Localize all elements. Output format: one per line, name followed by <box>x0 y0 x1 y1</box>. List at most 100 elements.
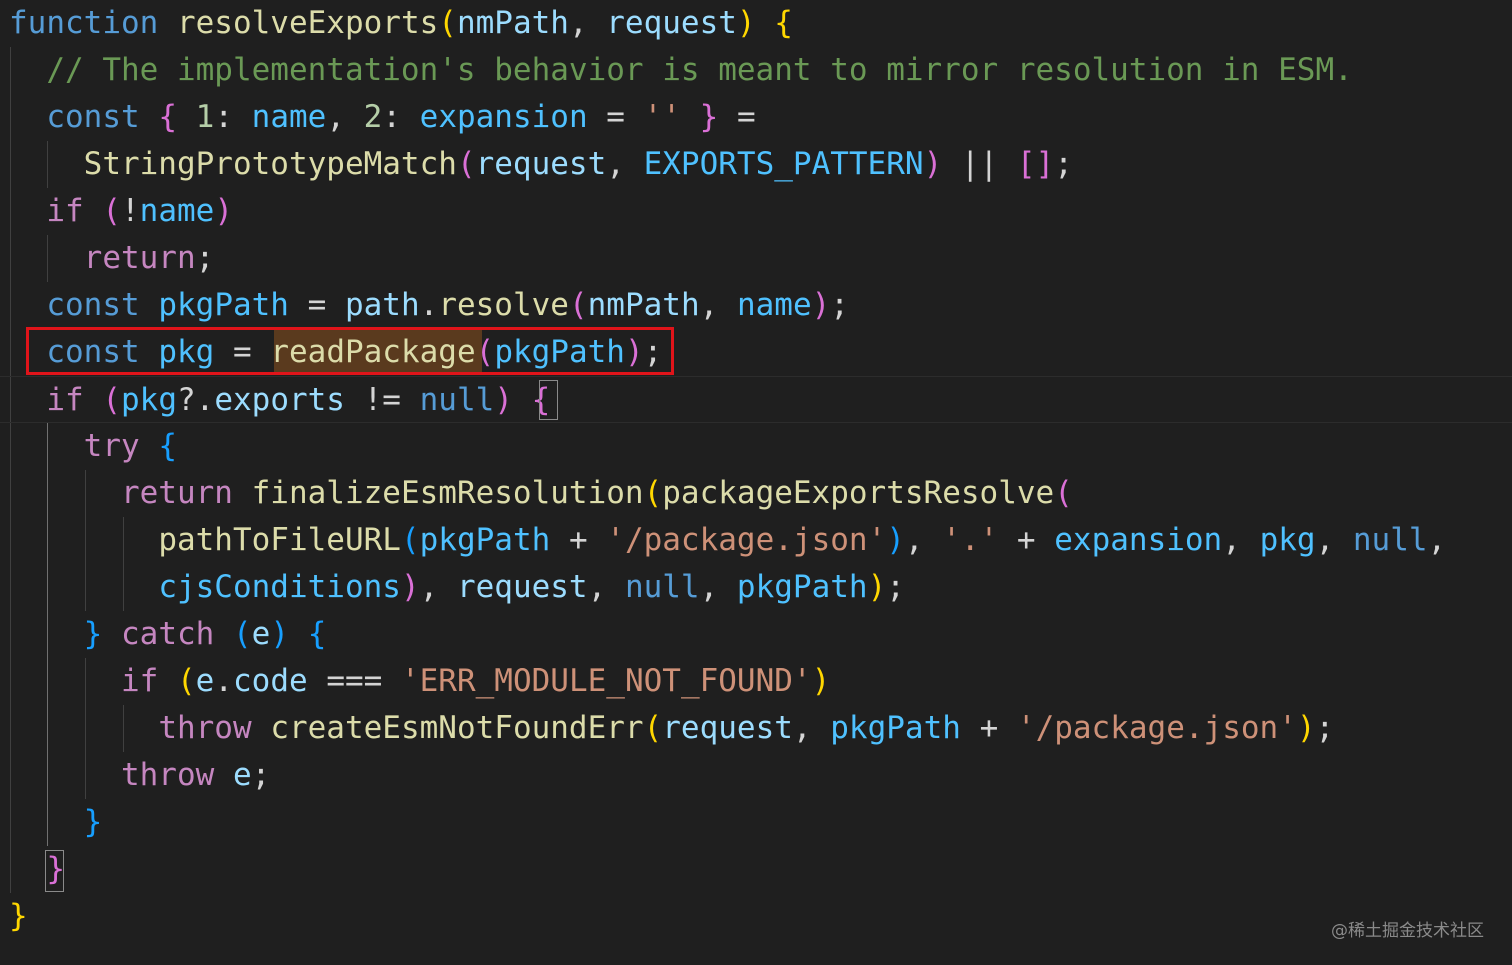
code-token: e <box>195 663 215 699</box>
code-line[interactable]: // The implementation's behavior is mean… <box>0 47 1353 94</box>
code-line[interactable]: StringPrototypeMatch(request, EXPORTS_PA… <box>0 141 1073 188</box>
code-token: nmPath <box>456 5 569 41</box>
bracket-match-open <box>539 380 558 420</box>
code-token: request <box>475 146 607 182</box>
code-token: ) <box>736 5 756 41</box>
code-token: if <box>120 663 159 699</box>
code-line[interactable]: } catch (e) { <box>0 611 327 658</box>
code-token: request <box>606 5 737 41</box>
code-editor[interactable]: function resolveExports(nmPath, request)… <box>0 0 1512 965</box>
code-token: { <box>158 99 177 135</box>
code-token: ( <box>456 146 476 182</box>
code-token: ; <box>830 287 849 323</box>
code-token: ; <box>251 757 271 793</box>
code-token: catch <box>121 616 215 652</box>
code-line[interactable]: throw createEsmNotFoundErr(request, pkgP… <box>0 705 1334 752</box>
code-token: ( <box>176 663 196 699</box>
code-token: pathToFileURL <box>158 522 401 558</box>
code-token: '/package.json' <box>1016 710 1297 746</box>
watermark: @稀土掘金技术社区 <box>1331 921 1484 941</box>
code-token: === <box>307 663 401 699</box>
code-token: , <box>1427 522 1447 558</box>
code-line[interactable]: function resolveExports(nmPath, request)… <box>0 0 793 47</box>
code-token: [] <box>1016 146 1055 182</box>
code-token: ( <box>568 287 588 323</box>
code-token: ( <box>643 475 663 511</box>
code-token: ) <box>214 193 233 229</box>
code-token: finalizeEsmResolution <box>251 475 644 511</box>
code-token: ( <box>643 710 663 746</box>
code-token: // The implementation's behavior is mean… <box>46 52 1353 88</box>
code-line[interactable]: cjsConditions), request, null, pkgPath); <box>0 564 905 611</box>
code-token: , <box>568 5 607 41</box>
code-line[interactable]: const pkgPath = path.resolve(nmPath, nam… <box>0 282 849 329</box>
code-token: , <box>326 99 364 135</box>
code-token: ; <box>886 569 905 605</box>
code-line[interactable]: } <box>0 799 103 846</box>
code-token: pkgPath <box>736 569 868 605</box>
code-token: } <box>9 898 28 934</box>
code-token: request <box>662 710 793 746</box>
code-line[interactable]: const { 1: name, 2: expansion = '' } = <box>0 94 755 141</box>
code-line[interactable]: } <box>0 893 28 940</box>
code-token: ) <box>923 146 943 182</box>
code-token: , <box>904 522 943 558</box>
code-line[interactable]: return finalizeEsmResolution(packageExpo… <box>0 470 1073 517</box>
code-token: : <box>382 99 420 135</box>
code-token: , <box>699 569 737 605</box>
code-line[interactable]: if (!name) <box>0 188 233 235</box>
code-token: ( <box>102 193 121 229</box>
code-token: . <box>214 663 233 699</box>
code-token: path <box>344 287 420 323</box>
code-token: null <box>1352 522 1428 558</box>
code-token: } <box>83 616 103 652</box>
code-token: function <box>9 5 159 41</box>
code-line[interactable]: if (e.code === 'ERR_MODULE_NOT_FOUND') <box>0 658 830 705</box>
code-token: != <box>344 382 420 418</box>
code-token: ) <box>811 663 831 699</box>
highlight-box <box>26 327 674 375</box>
code-token: exports <box>214 382 345 418</box>
code-token: if <box>46 193 84 229</box>
code-token: ( <box>233 616 252 652</box>
code-token: if <box>46 382 84 418</box>
code-token: const <box>46 99 140 135</box>
code-token: = <box>587 99 644 135</box>
code-token: return <box>120 475 233 511</box>
code-token: code <box>233 663 308 699</box>
code-token: ) <box>867 569 887 605</box>
code-token: ! <box>121 193 140 229</box>
code-token: name <box>139 193 215 229</box>
code-line[interactable]: return; <box>0 235 215 282</box>
code-token: name <box>251 99 327 135</box>
code-token: { <box>158 428 177 464</box>
code-token: ; <box>195 240 215 276</box>
code-token: ) <box>1296 710 1316 746</box>
code-token: pkgPath <box>158 287 289 323</box>
code-token: nmPath <box>587 287 700 323</box>
code-line[interactable]: if (pkg?.exports != null) { <box>0 376 1512 423</box>
code-line[interactable]: pathToFileURL(pkgPath + '/package.json')… <box>0 517 1446 564</box>
code-line[interactable]: try { <box>0 423 177 470</box>
code-line[interactable]: throw e; <box>0 752 270 799</box>
code-token: createEsmNotFoundErr <box>270 710 644 746</box>
code-token: { <box>774 5 793 41</box>
